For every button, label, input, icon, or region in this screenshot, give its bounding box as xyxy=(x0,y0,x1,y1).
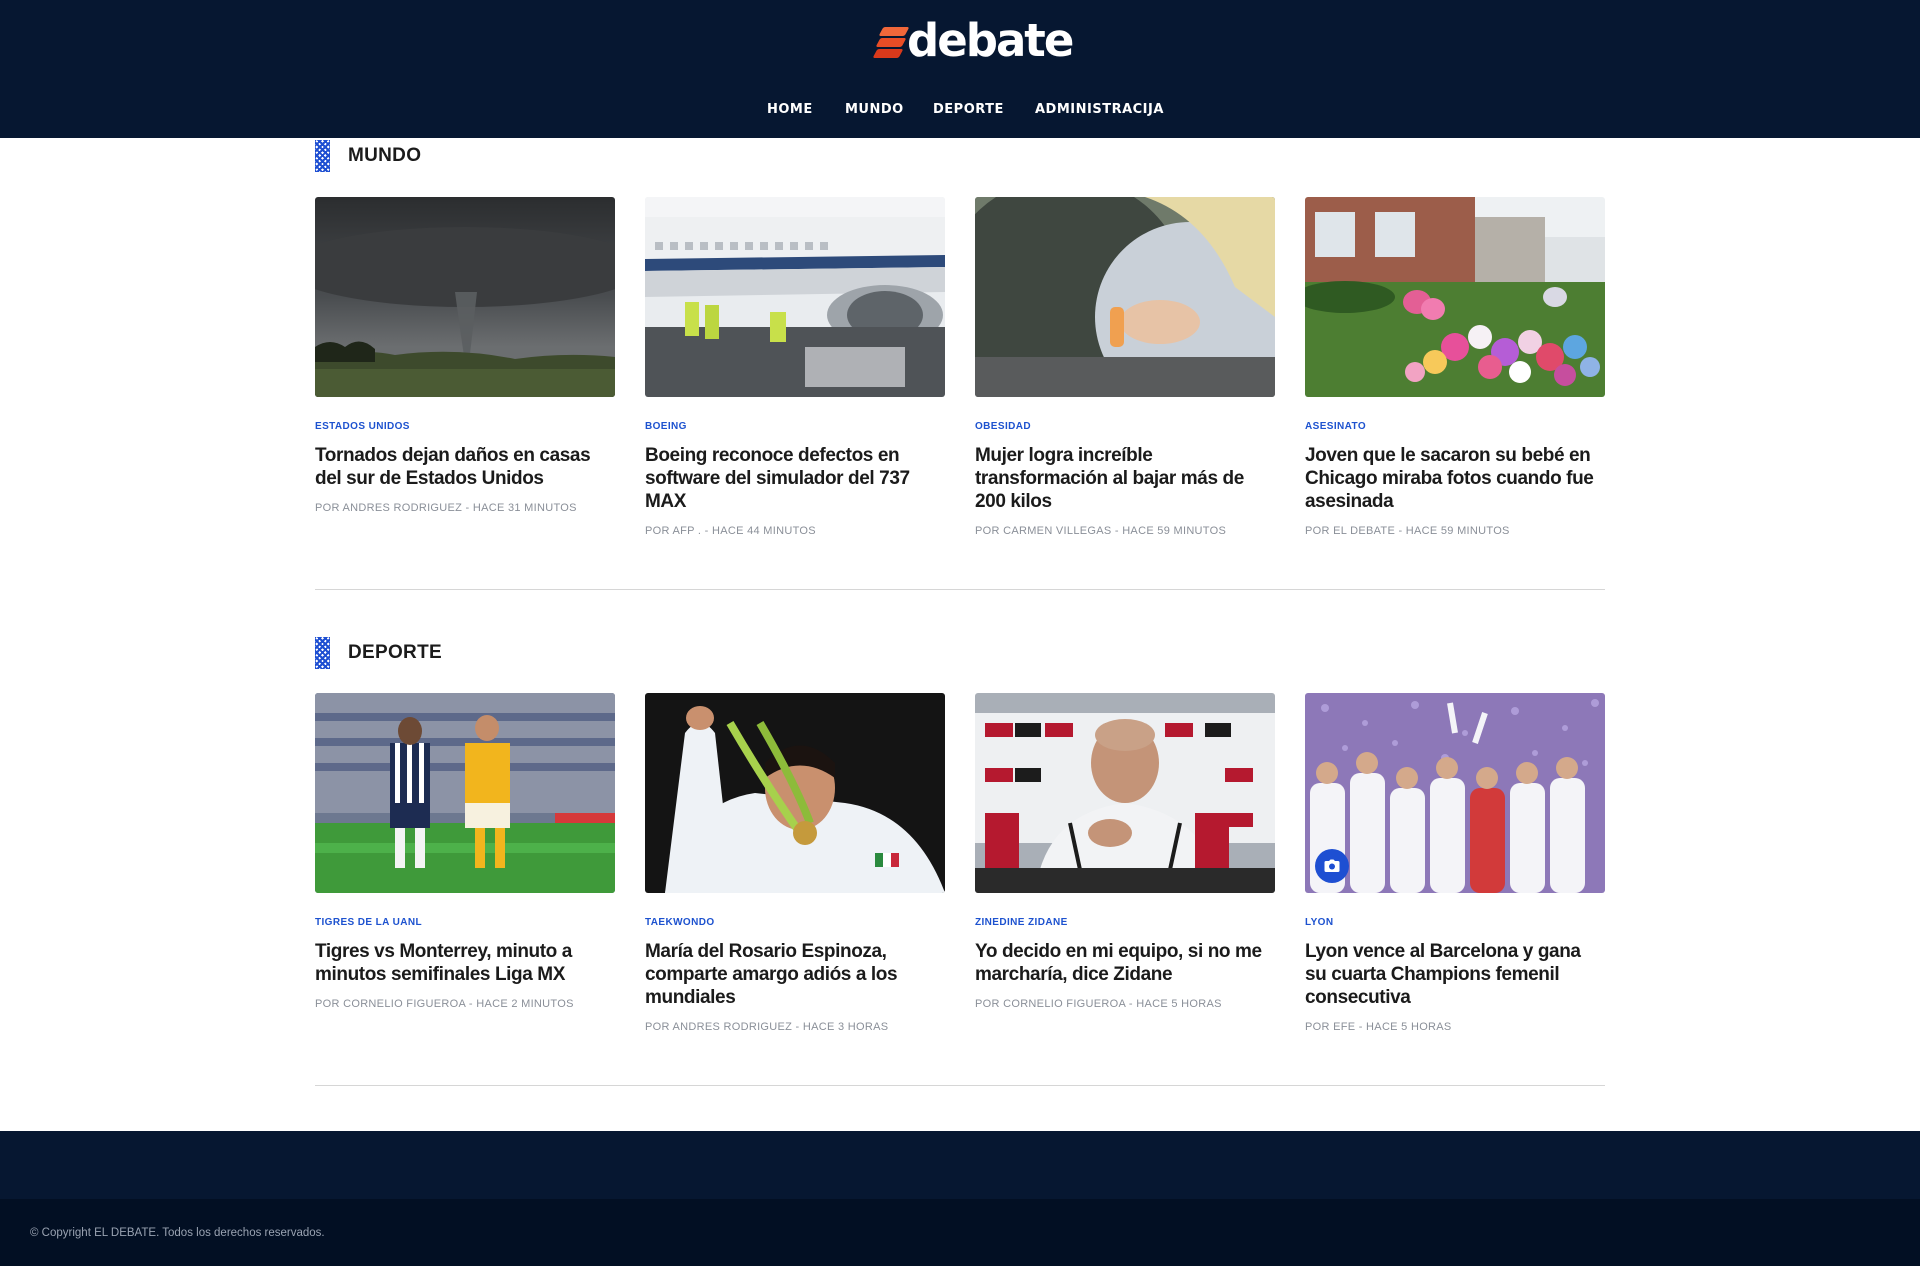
article-kicker[interactable]: ASESINATO xyxy=(1305,421,1605,432)
article-headline[interactable]: Boeing reconoce defectos en software del… xyxy=(645,444,945,513)
article-card: TIGRES DE LA UANL Tigres vs Monterrey, m… xyxy=(315,693,615,1010)
nav-item-administracija[interactable]: ADMINISTRACIJA xyxy=(1035,100,1164,120)
article-kicker[interactable]: LYON xyxy=(1305,917,1605,928)
section-marker-icon xyxy=(315,637,330,669)
article-card: LYON Lyon vence al Barcelona y gana su c… xyxy=(1305,693,1605,1033)
section-heading-deporte: DEPORTE xyxy=(315,637,442,669)
site-header: debate HOME MUNDO DEPORTE ADMINISTRACIJA xyxy=(0,0,1920,138)
article-headline[interactable]: María del Rosario Espinoza, comparte ama… xyxy=(645,940,945,1009)
article-byline: POR EL DEBATE - HACE 59 MINUTOS xyxy=(1305,525,1510,537)
article-image-tornado[interactable] xyxy=(315,197,615,397)
article-headline[interactable]: Joven que le sacaron su bebé en Chicago … xyxy=(1305,444,1605,513)
article-kicker[interactable]: OBESIDAD xyxy=(975,421,1275,432)
article-byline: POR ANDRES RODRIGUEZ - HACE 31 MINUTOS xyxy=(315,502,577,514)
section-divider xyxy=(315,589,1605,590)
section-heading-mundo: MUNDO xyxy=(315,140,421,172)
article-image-memorial[interactable] xyxy=(1305,197,1605,397)
article-headline[interactable]: Tigres vs Monterrey, minuto a minutos se… xyxy=(315,940,615,986)
article-card: OBESIDAD Mujer logra increíble transform… xyxy=(975,197,1275,537)
article-image-soccer[interactable] xyxy=(315,693,615,893)
article-byline: POR CARMEN VILLEGAS - HACE 59 MINUTOS xyxy=(975,525,1227,537)
article-kicker[interactable]: ZINEDINE ZIDANE xyxy=(975,917,1275,928)
section-marker-icon xyxy=(315,140,330,172)
site-logo[interactable]: debate xyxy=(872,14,1074,67)
article-image-belly[interactable] xyxy=(975,197,1275,397)
main-nav: HOME MUNDO DEPORTE ADMINISTRACIJA xyxy=(0,100,1920,120)
logo-mark-icon xyxy=(872,21,910,61)
article-image-celebration[interactable] xyxy=(1305,693,1605,893)
nav-item-home[interactable]: HOME xyxy=(767,100,813,120)
logo-text: debate xyxy=(907,14,1074,67)
section-title[interactable]: MUNDO xyxy=(348,145,421,167)
article-card: BOEING Boeing reconoce defectos en softw… xyxy=(645,197,945,537)
article-byline: POR ANDRES RODRIGUEZ - HACE 3 HORAS xyxy=(645,1021,889,1033)
article-image-press[interactable] xyxy=(975,693,1275,893)
article-headline[interactable]: Mujer logra increíble transformación al … xyxy=(975,444,1275,513)
nav-item-mundo[interactable]: MUNDO xyxy=(845,100,904,120)
article-headline[interactable]: Lyon vence al Barcelona y gana su cuarta… xyxy=(1305,940,1605,1009)
article-image-airplane[interactable] xyxy=(645,197,945,397)
article-kicker[interactable]: TAEKWONDO xyxy=(645,917,945,928)
article-byline: POR AFP . - HACE 44 MINUTOS xyxy=(645,525,816,537)
article-image-medal[interactable] xyxy=(645,693,945,893)
article-kicker[interactable]: TIGRES DE LA UANL xyxy=(315,917,615,928)
article-kicker[interactable]: BOEING xyxy=(645,421,945,432)
article-byline: POR CORNELIO FIGUEROA - HACE 5 HORAS xyxy=(975,998,1222,1010)
section-title[interactable]: DEPORTE xyxy=(348,642,442,664)
section-divider xyxy=(315,1085,1605,1086)
nav-item-deporte[interactable]: DEPORTE xyxy=(933,100,1004,120)
footer-bottom-band: © Copyright EL DEBATE. Todos los derecho… xyxy=(0,1199,1920,1266)
copyright-text: © Copyright EL DEBATE. Todos los derecho… xyxy=(30,1227,325,1239)
article-card: ZINEDINE ZIDANE Yo decido en mi equipo, … xyxy=(975,693,1275,1010)
article-card: TAEKWONDO María del Rosario Espinoza, co… xyxy=(645,693,945,1033)
article-byline: POR EFE - HACE 5 HORAS xyxy=(1305,1021,1452,1033)
article-card: ESTADOS UNIDOS Tornados dejan daños en c… xyxy=(315,197,615,514)
article-kicker[interactable]: ESTADOS UNIDOS xyxy=(315,421,615,432)
article-card: ASESINATO Joven que le sacaron su bebé e… xyxy=(1305,197,1605,537)
article-headline[interactable]: Yo decido en mi equipo, si no me marchar… xyxy=(975,940,1275,986)
footer-top-band xyxy=(0,1131,1920,1199)
article-byline: POR CORNELIO FIGUEROA - HACE 2 MINUTOS xyxy=(315,998,574,1010)
camera-icon[interactable] xyxy=(1315,849,1349,883)
article-headline[interactable]: Tornados dejan daños en casas del sur de… xyxy=(315,444,615,490)
